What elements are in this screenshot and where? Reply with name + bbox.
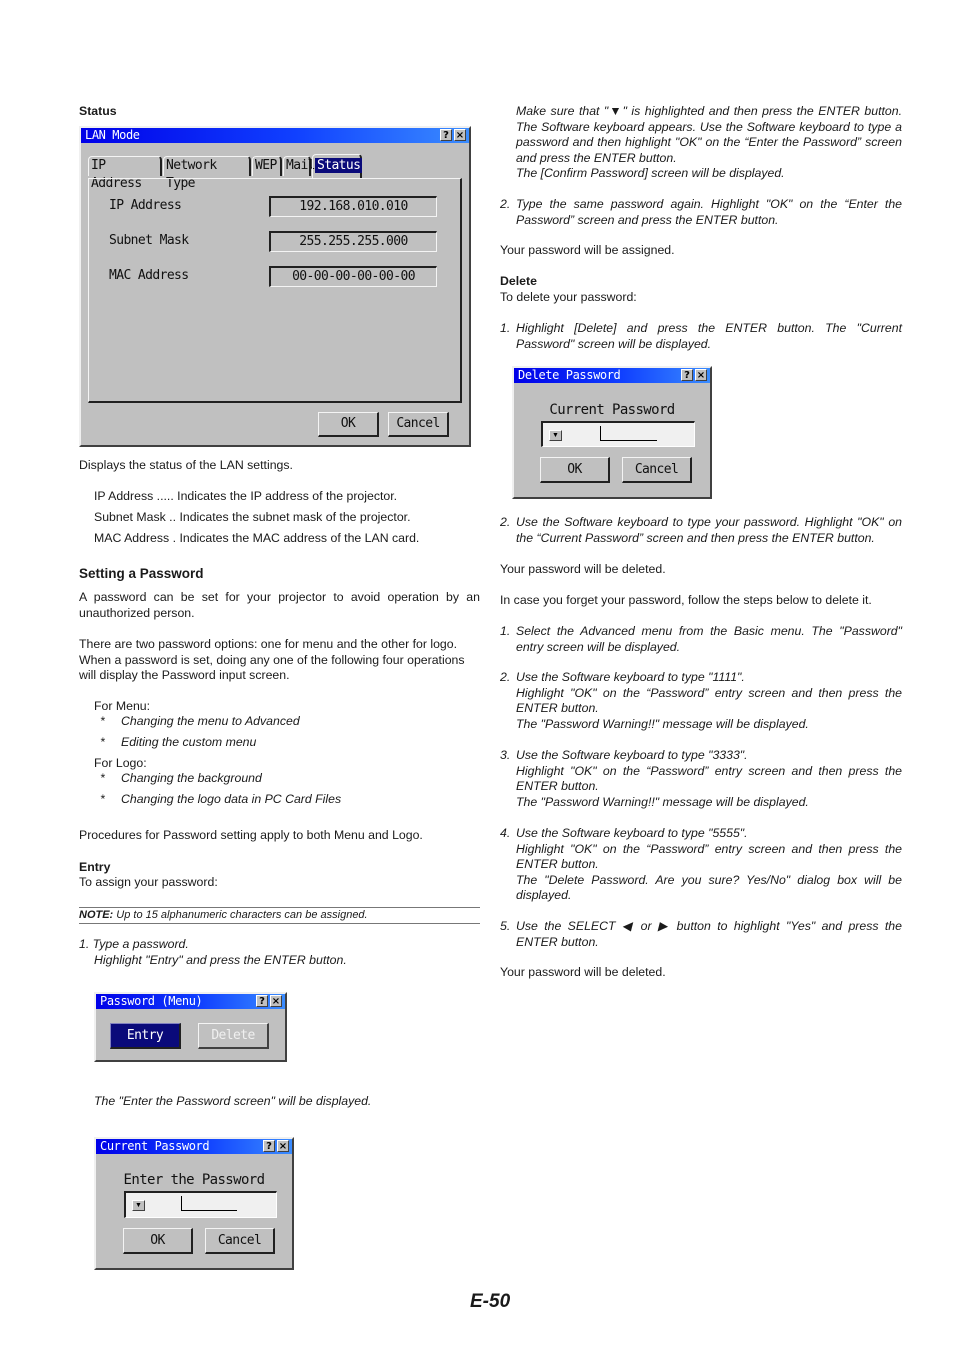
entry-step-1-detail: Highlight "Entry" and press the ENTER bu… <box>94 953 347 967</box>
status-heading: Status <box>79 104 117 118</box>
step-number: 2. <box>500 197 511 211</box>
forget-step-1: Select the Advanced menu from the Basic … <box>516 624 902 654</box>
ok-button[interactable]: OK <box>123 1228 193 1254</box>
delete-heading: Delete <box>500 274 537 288</box>
logo-operation-item: * Changing the background <box>100 771 262 785</box>
entry-button[interactable]: Entry <box>110 1023 181 1049</box>
forget-step-4: Use the Software keyboard to type "5555"… <box>516 826 902 903</box>
deleted-final-text: Your password will be deleted. <box>500 965 666 979</box>
enter-password-displayed-text: The "Enter the Password screen" will be … <box>94 1094 372 1108</box>
step-number: 3. <box>500 748 511 762</box>
dropdown-arrow-icon[interactable]: ▼ <box>549 430 562 441</box>
menu-operation-item: * Editing the custom menu <box>100 735 257 749</box>
entry-heading: Entry <box>79 860 111 874</box>
forget-step-3: Use the Software keyboard to type "3333"… <box>516 748 902 809</box>
ok-button[interactable]: OK <box>318 412 379 437</box>
note-label: NOTE: <box>79 909 114 921</box>
definition-item: MAC Address . Indicates the MAC address … <box>94 531 420 545</box>
delete-step-1: Highlight [Delete] and press the ENTER b… <box>516 321 902 351</box>
setting-paragraph-1: A password can be set for your projector… <box>79 590 480 620</box>
note-box: NOTE: Up to 15 alphanumeric characters c… <box>79 907 480 924</box>
help-icon[interactable]: ? <box>256 995 268 1007</box>
step-number: 4. <box>500 826 511 840</box>
password-input[interactable]: ▼ <box>124 1191 277 1218</box>
status-description: Displays the status of the LAN settings. <box>79 458 293 472</box>
help-icon[interactable]: ? <box>681 369 693 381</box>
help-icon[interactable]: ? <box>440 129 452 141</box>
delete-subtext: To delete your password: <box>500 290 637 304</box>
delete-step-2: Use the Software keyboard to type your p… <box>516 515 902 545</box>
step-number: 1. <box>500 624 511 638</box>
setting-password-heading: Setting a Password <box>79 566 204 581</box>
cancel-button[interactable]: Cancel <box>622 457 692 483</box>
step-number: 2. <box>500 670 511 684</box>
tab-wep[interactable]: WEP <box>252 156 282 176</box>
definition-item: IP Address ..... Indicates the IP addres… <box>94 489 398 503</box>
logo-operation-item: * Changing the logo data in PC Card Files <box>100 792 342 806</box>
window-title: Delete Password <box>518 368 621 382</box>
step-number: 1. <box>500 321 511 335</box>
entry-step-1: 1. Type a password. <box>79 937 189 951</box>
close-icon[interactable]: × <box>695 369 707 381</box>
ok-button[interactable]: OK <box>540 457 610 483</box>
cancel-button[interactable]: Cancel <box>205 1228 275 1254</box>
close-icon[interactable]: × <box>454 129 466 141</box>
window-title: Current Password <box>100 1139 210 1153</box>
ip-address-value: 192.168.010.010 <box>269 196 437 217</box>
tab-bar: IP Address Network Type WEP Mail Status <box>88 154 378 191</box>
mac-address-value: 00-00-00-00-00-00 <box>269 266 437 287</box>
forget-step-2: Use the Software keyboard to type "1111"… <box>516 670 902 731</box>
entry-step-2: Type the same password again. Highlight … <box>516 197 902 227</box>
cancel-button[interactable]: Cancel <box>388 412 449 437</box>
window-title: LAN Mode <box>85 128 140 142</box>
tab-ip-address[interactable]: IP Address <box>88 156 162 191</box>
step-number: 2. <box>500 515 511 529</box>
tab-status[interactable]: Status <box>312 154 363 178</box>
mac-address-label: MAC Address <box>109 268 189 283</box>
definition-item: Subnet Mask .. Indicates the subnet mask… <box>94 510 411 524</box>
delete-password-window: Delete Password ? × Current Password ▼ O… <box>512 366 712 499</box>
lan-mode-window: LAN Mode ? × IP Address Network Type WEP… <box>79 126 471 447</box>
entry-subtext: To assign your password: <box>79 875 218 889</box>
lan-mode-titlebar: LAN Mode <box>81 128 469 143</box>
forget-step-5: Use the SELECT ◀ or ▶ button to highligh… <box>516 919 902 949</box>
make-sure-paragraph: Make sure that "▼" is highlighted and th… <box>516 104 902 165</box>
tab-mail[interactable]: Mail <box>283 156 316 176</box>
subnet-mask-label: Subnet Mask <box>109 233 189 248</box>
ip-address-label: IP Address <box>109 198 182 213</box>
current-password-window: Current Password ? × Enter the Password … <box>94 1137 294 1270</box>
password-input[interactable]: ▼ <box>541 421 695 447</box>
password-menu-window: Password (Menu) ? × Entry Delete <box>94 992 287 1062</box>
procedures-text: Procedures for Password setting apply to… <box>79 828 423 842</box>
page-number: E-50 <box>470 1291 511 1312</box>
menu-operation-item: * Changing the menu to Advanced <box>100 714 300 728</box>
deleted-text: Your password will be deleted. <box>500 562 666 576</box>
for-logo-label: For Logo: <box>94 756 147 770</box>
status-panel: IP Address 192.168.010.010 Subnet Mask 2… <box>88 178 462 403</box>
window-title: Password (Menu) <box>100 994 203 1008</box>
forget-password-text: In case you forget your password, follow… <box>500 593 872 607</box>
dropdown-arrow-icon[interactable]: ▼ <box>132 1200 145 1211</box>
enter-password-prompt: Enter the Password <box>123 1172 266 1188</box>
confirm-password-text: The [Confirm Password] screen will be di… <box>516 166 785 180</box>
text-cursor <box>600 426 657 441</box>
close-icon[interactable]: × <box>270 995 282 1007</box>
tab-network-type[interactable]: Network Type <box>163 156 251 191</box>
text-cursor <box>181 1196 237 1211</box>
setting-paragraph-2: There are two password options: one for … <box>79 637 465 683</box>
delete-button-disabled[interactable]: Delete <box>198 1023 269 1049</box>
for-menu-label: For Menu: <box>94 699 151 713</box>
subnet-mask-value: 255.255.255.000 <box>269 231 437 252</box>
assigned-text: Your password will be assigned. <box>500 243 675 257</box>
step-number: 5. <box>500 919 511 933</box>
help-icon[interactable]: ? <box>263 1140 275 1152</box>
definition-list: IP Address ..... Indicates the IP addres… <box>94 489 474 552</box>
current-password-prompt: Current Password <box>549 402 675 418</box>
note-text: Up to 15 alphanumeric characters can be … <box>113 909 368 921</box>
close-icon[interactable]: × <box>277 1140 289 1152</box>
